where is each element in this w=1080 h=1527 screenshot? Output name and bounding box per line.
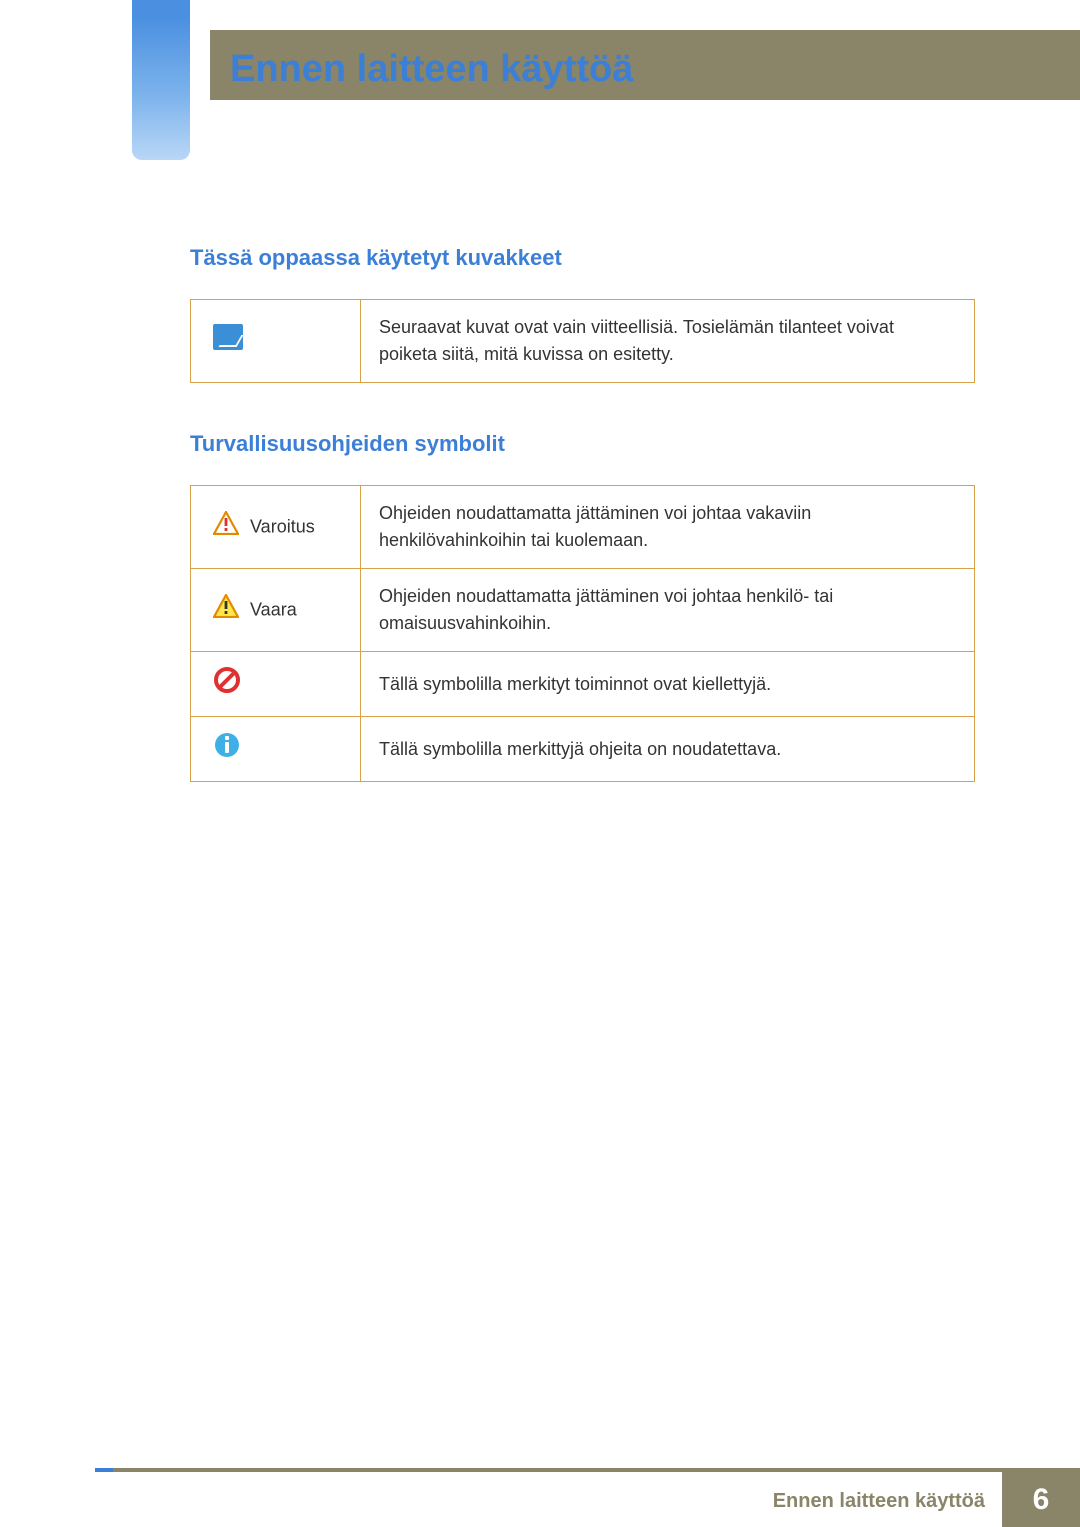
icon-cell: [191, 717, 361, 782]
caution-label: Vaara: [250, 600, 297, 620]
main-content: Tässä oppaassa käytetyt kuvakkeet Seuraa…: [190, 245, 975, 830]
table-text-cell: Seuraavat kuvat ovat vain viitteellisiä.…: [361, 300, 975, 383]
footer-divider: [95, 1468, 1080, 1472]
note-icon: [213, 324, 243, 350]
table-text-cell: Tällä symbolilla merkittyjä ohjeita on n…: [361, 717, 975, 782]
table-row: Varoitus Ohjeiden noudattamatta jättämin…: [191, 486, 975, 569]
info-icon: [213, 731, 241, 767]
table-row: Tällä symbolilla merkittyjä ohjeita on n…: [191, 717, 975, 782]
chapter-tab: [132, 0, 190, 160]
section-heading-safety: Turvallisuusohjeiden symbolit: [190, 431, 975, 457]
safety-table: Varoitus Ohjeiden noudattamatta jättämin…: [190, 485, 975, 782]
table-row: Tällä symbolilla merkityt toiminnot ovat…: [191, 652, 975, 717]
table-text-cell: Ohjeiden noudattamatta jättäminen voi jo…: [361, 486, 975, 569]
footer-text: Ennen laitteen käyttöä: [773, 1490, 985, 1513]
icon-cell: Vaara: [191, 569, 361, 652]
table-row: Seuraavat kuvat ovat vain viitteellisiä.…: [191, 300, 975, 383]
icon-cell: [191, 300, 361, 383]
page-number: 6: [1002, 1472, 1080, 1527]
page-title: Ennen laitteen käyttöä: [230, 48, 633, 91]
table-text-cell: Ohjeiden noudattamatta jättäminen voi jo…: [361, 569, 975, 652]
table-row: Vaara Ohjeiden noudattamatta jättäminen …: [191, 569, 975, 652]
footer: Ennen laitteen käyttöä 6: [0, 1472, 1080, 1527]
icons-table: Seuraavat kuvat ovat vain viitteellisiä.…: [190, 299, 975, 383]
prohibit-icon: [213, 666, 241, 702]
warning-icon: [213, 511, 239, 543]
warning-label: Varoitus: [250, 517, 315, 537]
icon-cell: [191, 652, 361, 717]
table-text-cell: Tällä symbolilla merkityt toiminnot ovat…: [361, 652, 975, 717]
caution-icon: [213, 594, 239, 626]
section-heading-icons: Tässä oppaassa käytetyt kuvakkeet: [190, 245, 975, 271]
icon-cell: Varoitus: [191, 486, 361, 569]
